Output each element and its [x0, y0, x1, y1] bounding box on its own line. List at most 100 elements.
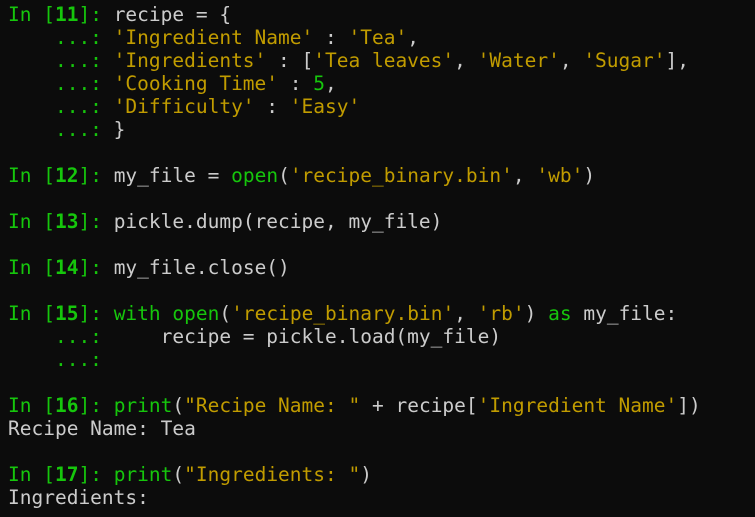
string-literal: 'Sugar'	[583, 49, 666, 72]
code-text: )	[524, 302, 549, 325]
code-text: ,	[407, 26, 419, 49]
terminal-window[interactable]: In [11]: recipe = { ...: 'Ingredient Nam…	[0, 0, 755, 517]
prompt-number: 16	[54, 394, 79, 417]
input-line-15: In [15]: with open('recipe_binary.bin', …	[8, 302, 755, 325]
string-literal: 'recipe_binary.bin'	[289, 164, 513, 187]
in-prompt-suffix: ]:	[78, 394, 114, 417]
continuation-prompt: ...:	[8, 26, 114, 49]
code-text: my_file:	[571, 302, 678, 325]
number-literal: 5	[313, 72, 326, 95]
code-text: :	[313, 26, 349, 49]
continuation-line: ...: 'Difficulty' : 'Easy'	[8, 95, 755, 118]
code-text: }	[113, 118, 126, 141]
string-literal: 'Ingredients'	[113, 49, 267, 72]
input-line-13: In [13]: pickle.dump(recipe, my_file)	[8, 210, 755, 233]
continuation-line: ...:	[8, 348, 755, 371]
string-literal: 'Water'	[477, 49, 560, 72]
output-line: Ingredients:	[8, 486, 149, 509]
input-line-14: In [14]: my_file.close()	[8, 256, 755, 279]
in-prompt-suffix: ]:	[78, 463, 114, 486]
string-literal: 'rb'	[477, 302, 525, 325]
string-literal: 'Easy'	[289, 95, 361, 118]
code-text: my_file =	[113, 164, 232, 187]
in-prompt: In [	[8, 210, 55, 233]
output-line: Recipe Name: Tea	[8, 417, 196, 440]
code-text: ,	[454, 302, 478, 325]
code-text: (	[278, 164, 290, 187]
in-prompt-suffix: ]:	[78, 210, 114, 233]
builtin-function: print	[113, 394, 173, 417]
continuation-line: ...: 'Ingredients' : ['Tea leaves', 'Wat…	[8, 49, 755, 72]
code-text: ,	[454, 49, 478, 72]
in-prompt: In [	[8, 164, 55, 187]
code-text: recipe = pickle.load(my_file)	[113, 325, 502, 348]
string-literal: 'Tea leaves'	[313, 49, 455, 72]
in-prompt-suffix: ]:	[78, 256, 114, 279]
continuation-line: ...: }	[8, 118, 755, 141]
prompt-number: 13	[54, 210, 79, 233]
prompt-number: 11	[54, 3, 79, 26]
builtin-function: open	[231, 164, 279, 187]
code-text: :	[254, 95, 290, 118]
continuation-prompt: ...:	[8, 118, 114, 141]
in-prompt-suffix: ]:	[78, 302, 114, 325]
code-text: ])	[677, 394, 701, 417]
in-prompt: In [	[8, 302, 55, 325]
string-literal: 'Ingredient Name'	[477, 394, 678, 417]
input-line-16: In [16]: print("Recipe Name: " + recipe[…	[8, 394, 755, 417]
code-text: recipe = {	[113, 3, 232, 26]
prompt-number: 14	[54, 256, 79, 279]
code-text: my_file.close()	[113, 256, 290, 279]
in-prompt-suffix: ]:	[78, 164, 114, 187]
continuation-line: ...: 'Cooking Time' : 5,	[8, 72, 755, 95]
continuation-prompt: ...:	[8, 95, 114, 118]
in-prompt: In [	[8, 3, 55, 26]
in-prompt: In [	[8, 463, 55, 486]
continuation-prompt: ...:	[8, 325, 114, 348]
code-text: (	[219, 302, 232, 325]
string-literal: 'Ingredient Name'	[113, 26, 314, 49]
continuation-prompt: ...:	[8, 348, 102, 371]
code-text: (	[172, 394, 185, 417]
input-line-12: In [12]: my_file = open('recipe_binary.b…	[8, 164, 755, 187]
string-literal: 'Cooking Time'	[113, 72, 279, 95]
code-text: pickle.dump(recipe, my_file)	[113, 210, 443, 233]
prompt-number: 12	[54, 164, 79, 187]
code-text: ,	[512, 164, 537, 187]
code-text: + recipe[	[360, 394, 478, 417]
string-literal: 'Tea'	[348, 26, 408, 49]
prompt-number: 17	[54, 463, 79, 486]
string-literal: "Recipe Name: "	[184, 394, 361, 417]
builtin-function: open	[172, 302, 220, 325]
builtin-function: print	[113, 463, 173, 486]
code-text: )	[583, 164, 596, 187]
input-line-17: In [17]: print("Ingredients: ")	[8, 463, 755, 486]
code-text: :	[278, 72, 314, 95]
string-literal: 'Difficulty'	[113, 95, 255, 118]
continuation-line: ...: recipe = pickle.load(my_file)	[8, 325, 755, 348]
string-literal: 'recipe_binary.bin'	[231, 302, 455, 325]
continuation-prompt: ...:	[8, 72, 114, 95]
code-text: (	[172, 463, 185, 486]
in-prompt-suffix: ]:	[78, 3, 114, 26]
keyword: as	[548, 302, 572, 325]
continuation-line: ...: 'Ingredient Name' : 'Tea',	[8, 26, 755, 49]
code-text: : [	[266, 49, 314, 72]
code-text: ,	[325, 72, 337, 95]
code-text: )	[360, 463, 372, 486]
string-literal: 'wb'	[536, 164, 584, 187]
continuation-prompt: ...:	[8, 49, 114, 72]
in-prompt: In [	[8, 394, 55, 417]
input-line-11: In [11]: recipe = {	[8, 3, 755, 26]
prompt-number: 15	[54, 302, 79, 325]
string-literal: "Ingredients: "	[184, 463, 361, 486]
keyword: with	[113, 302, 161, 325]
code-text: ,	[559, 49, 584, 72]
code-text: ],	[665, 49, 689, 72]
